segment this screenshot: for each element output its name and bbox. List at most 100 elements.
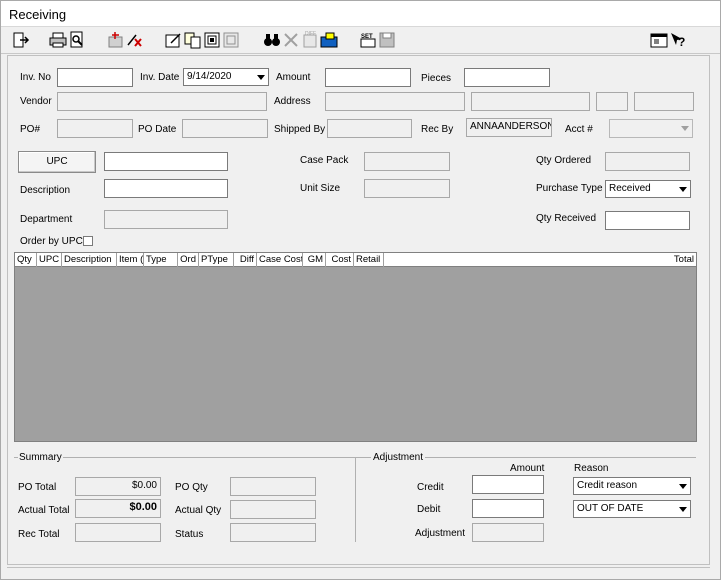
amount-header: Amount bbox=[510, 463, 545, 474]
credit-label: Credit bbox=[417, 482, 444, 493]
description-field[interactable] bbox=[104, 179, 228, 198]
po-total-field[interactable]: $0.00 bbox=[75, 477, 161, 496]
address-field-4[interactable] bbox=[634, 92, 694, 111]
chevron-down-icon[interactable] bbox=[676, 479, 689, 493]
debit-reason-select[interactable]: OUT OF DATE bbox=[573, 500, 691, 518]
chevron-down-icon[interactable] bbox=[676, 502, 689, 516]
actual-qty-field[interactable] bbox=[230, 500, 316, 519]
title-bar: Receiving bbox=[1, 1, 720, 27]
diff-icon[interactable]: DIFF bbox=[301, 31, 319, 49]
calc-icon[interactable] bbox=[203, 31, 221, 49]
col-ord[interactable]: Ord bbox=[178, 253, 199, 267]
status-label: Status bbox=[175, 529, 204, 540]
department-label: Department bbox=[20, 214, 73, 225]
order-by-upc-label: Order by UPC bbox=[20, 236, 83, 247]
credit-amount-field[interactable] bbox=[472, 475, 544, 494]
edit-form-icon[interactable] bbox=[165, 31, 183, 49]
inv-date-picker[interactable]: 9/14/2020 bbox=[183, 68, 269, 86]
inv-date-value: 9/14/2020 bbox=[187, 71, 232, 82]
col-type[interactable]: Type bbox=[144, 253, 178, 267]
copy-docs-icon[interactable] bbox=[184, 31, 202, 49]
post-icon[interactable] bbox=[320, 31, 338, 49]
po-total-label: PO Total bbox=[18, 482, 57, 493]
acct-select[interactable] bbox=[609, 119, 693, 138]
window-title: Receiving bbox=[9, 7, 67, 22]
case-pack-label: Case Pack bbox=[300, 155, 349, 166]
print-preview-icon[interactable] bbox=[68, 31, 86, 49]
vendor-label: Vendor bbox=[20, 96, 52, 107]
address-field-2[interactable] bbox=[471, 92, 590, 111]
col-upc[interactable]: UPC bbox=[37, 253, 62, 267]
col-total[interactable]: Total bbox=[384, 253, 696, 267]
delete-icon[interactable] bbox=[282, 31, 300, 49]
purchase-type-label: Purchase Type bbox=[536, 183, 603, 194]
adjustment-amount-field[interactable] bbox=[472, 523, 544, 542]
items-grid[interactable]: Qty UPC Description Item ( Type Ord PTyp… bbox=[14, 252, 697, 442]
col-item[interactable]: Item ( bbox=[117, 253, 144, 267]
po-field[interactable] bbox=[57, 119, 133, 138]
case-pack-field[interactable] bbox=[364, 152, 450, 171]
order-by-upc-checkbox[interactable] bbox=[83, 236, 93, 246]
exit-icon[interactable] bbox=[12, 31, 30, 49]
rec-by-label: Rec By bbox=[421, 124, 454, 135]
qty-ordered-label: Qty Ordered bbox=[536, 155, 592, 166]
purchase-type-select[interactable]: Received bbox=[605, 180, 691, 198]
actual-total-field[interactable]: $0.00 bbox=[75, 499, 161, 518]
address-field-1[interactable] bbox=[325, 92, 465, 111]
bottom-border bbox=[7, 567, 710, 568]
credit-reason-select[interactable]: Credit reason bbox=[573, 477, 691, 495]
vendor-field[interactable] bbox=[57, 92, 267, 111]
col-case-cost[interactable]: Case Cost bbox=[257, 253, 303, 267]
col-diff[interactable]: Diff bbox=[234, 253, 257, 267]
upc-field[interactable] bbox=[104, 152, 228, 171]
actual-total-label: Actual Total bbox=[18, 505, 70, 516]
unit-size-field[interactable] bbox=[364, 179, 450, 198]
col-description[interactable]: Description bbox=[62, 253, 117, 267]
find-binoculars-icon[interactable] bbox=[263, 31, 281, 49]
add-item-icon[interactable] bbox=[107, 31, 125, 49]
debit-reason-value: OUT OF DATE bbox=[577, 503, 644, 514]
chevron-down-icon[interactable] bbox=[678, 121, 691, 135]
set-icon[interactable]: SET bbox=[359, 31, 377, 49]
description-label: Description bbox=[20, 185, 71, 196]
col-ptype[interactable]: PType bbox=[199, 253, 234, 267]
properties-icon[interactable] bbox=[650, 31, 668, 49]
svg-text:DIFF: DIFF bbox=[305, 31, 316, 37]
print-icon[interactable] bbox=[49, 31, 67, 49]
po-qty-label: PO Qty bbox=[175, 482, 208, 493]
svg-text:?: ? bbox=[678, 35, 685, 49]
shipped-by-field[interactable] bbox=[327, 119, 412, 138]
qty-received-field[interactable] bbox=[605, 211, 690, 230]
pieces-label: Pieces bbox=[421, 73, 452, 84]
po-qty-field[interactable] bbox=[230, 477, 316, 496]
col-gm[interactable]: GM bbox=[303, 253, 326, 267]
help-icon[interactable]: ? bbox=[669, 31, 687, 49]
department-field[interactable] bbox=[104, 210, 228, 229]
col-retail[interactable]: Retail bbox=[354, 253, 384, 267]
inv-no-field[interactable] bbox=[57, 68, 133, 87]
save-disk-icon[interactable] bbox=[378, 31, 396, 49]
qty-ordered-field[interactable] bbox=[605, 152, 690, 171]
address-field-3[interactable] bbox=[596, 92, 628, 111]
rec-total-field[interactable] bbox=[75, 523, 161, 542]
qty-received-label: Qty Received bbox=[536, 213, 597, 224]
report-icon[interactable] bbox=[222, 31, 240, 49]
amount-field[interactable] bbox=[325, 68, 411, 87]
receiving-panel: Inv. No Inv. Date 9/14/2020 Amount Piece… bbox=[7, 55, 710, 565]
pieces-field[interactable] bbox=[464, 68, 550, 87]
po-date-field[interactable] bbox=[182, 119, 268, 138]
address-label: Address bbox=[274, 96, 311, 107]
po-date-label: PO Date bbox=[138, 124, 177, 135]
debit-amount-field[interactable] bbox=[472, 499, 544, 518]
shipped-by-label: Shipped By bbox=[274, 124, 326, 135]
purchase-type-value: Received bbox=[609, 183, 651, 194]
status-field[interactable] bbox=[230, 523, 316, 542]
col-cost[interactable]: Cost bbox=[326, 253, 354, 267]
chevron-down-icon[interactable] bbox=[254, 70, 267, 84]
chevron-down-icon[interactable] bbox=[676, 182, 689, 196]
clear-icon[interactable] bbox=[126, 31, 144, 49]
rec-by-field[interactable]: ANNAANDERSON bbox=[466, 118, 552, 137]
col-qty[interactable]: Qty bbox=[15, 253, 37, 267]
upc-button[interactable]: UPC bbox=[18, 151, 96, 173]
unit-size-label: Unit Size bbox=[300, 183, 341, 194]
